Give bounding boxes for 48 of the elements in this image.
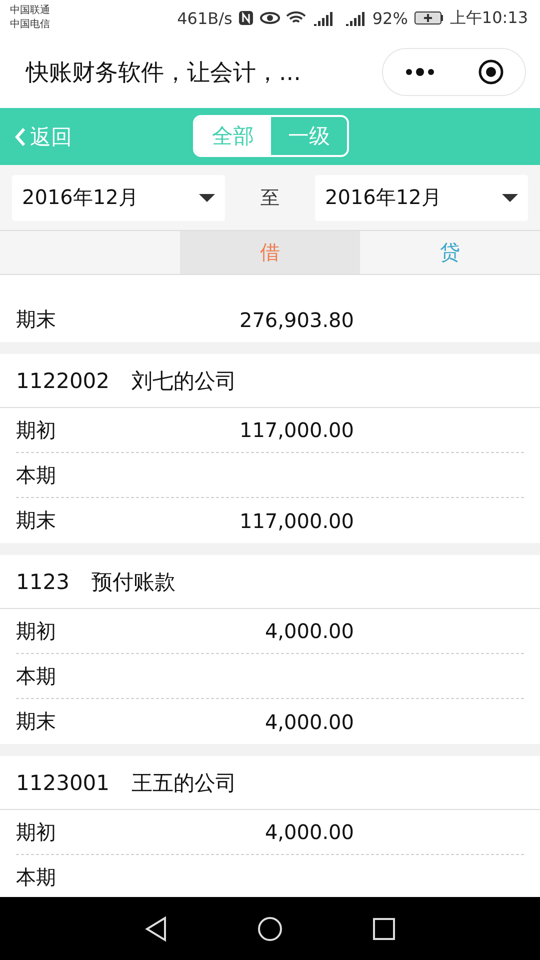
column-tab[interactable]: 贷 [360, 231, 540, 274]
debit-amount: 276,903.80 [238, 308, 354, 332]
debit-amount: 4,000.00 [264, 820, 354, 844]
dropdown-icon [502, 192, 518, 202]
date-picker[interactable]: 2016年12月 [12, 174, 225, 220]
range-separator: 至 [260, 186, 280, 210]
signal-icon [312, 10, 334, 26]
row-label: 本期 [16, 864, 57, 890]
row-label: 期末 [16, 507, 57, 534]
row-label: 期末 [16, 708, 57, 735]
eye-icon [260, 11, 280, 25]
carrier-name: 中国联通 [10, 4, 50, 18]
debit-amount: 117,000.00 [238, 508, 354, 532]
row-label: 期末 [16, 306, 57, 333]
back-icon [14, 126, 26, 146]
account-code: 1122002 [16, 368, 110, 392]
back-label: 返回 [30, 124, 72, 150]
column-tab[interactable]: 借 [180, 231, 360, 274]
dropdown-icon [199, 192, 215, 202]
row-label: 期初 [16, 416, 57, 444]
date-picker[interactable]: 2016年12月 [315, 174, 528, 220]
account-code: 1123001 [16, 770, 110, 794]
more-icon[interactable] [404, 68, 434, 76]
debit-amount: 4,000.00 [264, 619, 354, 643]
row-label: 本期 [16, 462, 57, 488]
clock-time: 上午10:13 [450, 8, 528, 28]
close-icon[interactable] [478, 59, 504, 85]
row-label: 本期 [16, 662, 57, 690]
network-speed: 461B/s [177, 8, 232, 28]
account-code: 1123 [16, 570, 70, 594]
home-nav-icon[interactable] [256, 916, 283, 942]
carrier-name: 中国电信 [10, 18, 50, 32]
segment-tab[interactable]: 全部 [195, 117, 271, 155]
page-title: 快账财务软件，让会计，... [26, 58, 301, 88]
row-label: 期初 [16, 618, 57, 644]
debit-amount: 117,000.00 [238, 418, 354, 442]
account-name: 刘七的公司 [132, 368, 237, 394]
back-button[interactable]: 返回 [14, 122, 72, 150]
account-name: 王五的公司 [132, 770, 237, 796]
debit-amount: 4,000.00 [264, 710, 354, 734]
recents-nav-icon[interactable] [372, 916, 396, 940]
battery-percent: 92% [372, 8, 408, 28]
account-name: 预付账款 [91, 568, 176, 596]
nfc-icon [238, 10, 254, 26]
back-nav-icon[interactable] [144, 916, 168, 942]
segment-tab[interactable]: 一级 [271, 117, 347, 155]
row-label: 期初 [16, 818, 57, 846]
battery-icon [414, 11, 444, 25]
